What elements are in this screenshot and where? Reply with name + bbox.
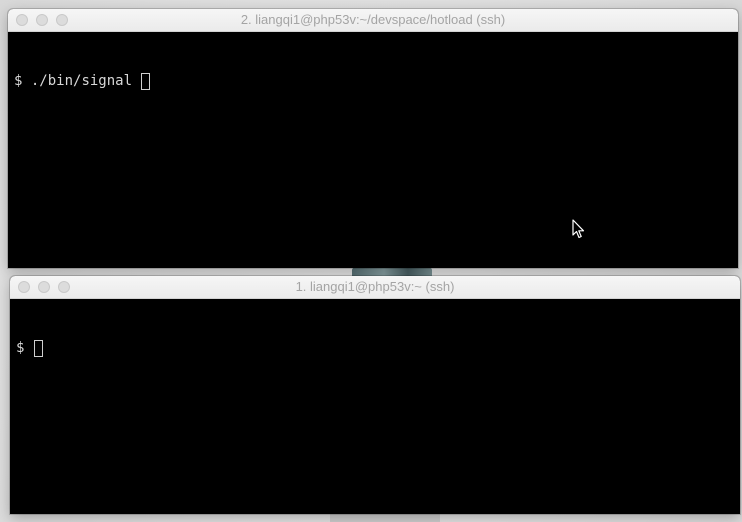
window-titlebar[interactable]: 1. liangqi1@php53v:~ (ssh): [10, 276, 740, 299]
terminal-window-2[interactable]: 2. liangqi1@php53v:~/devspace/hotload (s…: [8, 9, 738, 268]
window-title: 1. liangqi1@php53v:~ (ssh): [295, 279, 455, 294]
text-cursor: [141, 72, 151, 90]
command-text: ./bin/signal: [22, 73, 141, 89]
terminal-content[interactable]: $: [10, 299, 740, 393]
terminal-window-1[interactable]: 1. liangqi1@php53v:~ (ssh) $: [10, 276, 740, 514]
mouse-pointer-icon: [572, 219, 585, 239]
command-line: $ ./bin/signal: [14, 72, 738, 90]
window-titlebar[interactable]: 2. liangqi1@php53v:~/devspace/hotload (s…: [8, 9, 738, 32]
shell-prompt: $: [16, 340, 25, 356]
terminal-content[interactable]: $ ./bin/signal: [8, 32, 738, 126]
shell-prompt: $: [14, 73, 23, 89]
text-cursor: [33, 339, 43, 357]
command-line: $: [16, 339, 740, 357]
window-title: 2. liangqi1@php53v:~/devspace/hotload (s…: [240, 12, 506, 27]
command-text: [24, 339, 32, 357]
